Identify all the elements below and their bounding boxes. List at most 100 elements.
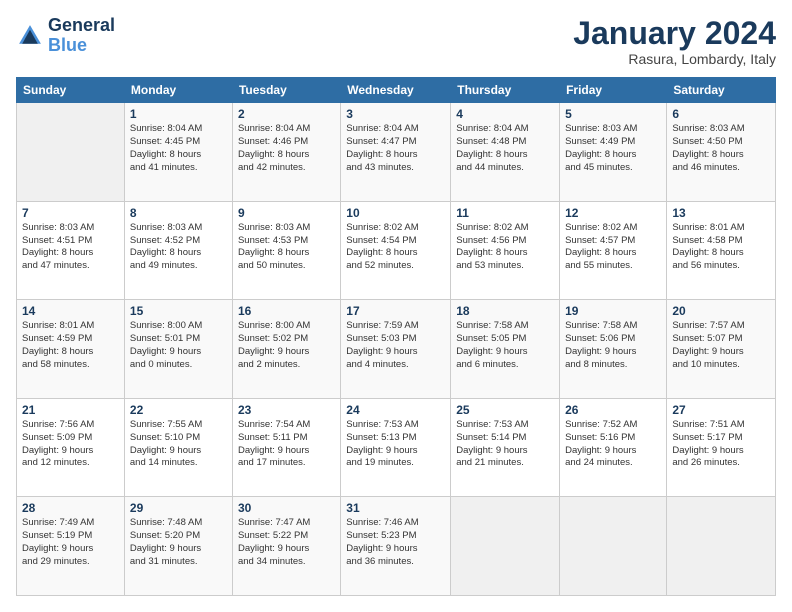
day-info: Sunrise: 7:57 AM Sunset: 5:07 PM Dayligh… [672, 320, 770, 371]
calendar-cell: 9 Sunrise: 8:03 AM Sunset: 4:53 PM Daylig… [232, 201, 340, 300]
calendar-cell: 30 Sunrise: 7:47 AM Sunset: 5:22 PM Dayli… [232, 497, 340, 596]
day-info: Sunrise: 8:02 AM Sunset: 4:54 PM Dayligh… [346, 222, 445, 273]
calendar-cell: 3 Sunrise: 8:04 AM Sunset: 4:47 PM Daylig… [341, 103, 451, 202]
calendar-cell [667, 497, 776, 596]
day-number: 31 [346, 501, 445, 515]
calendar-cell [451, 497, 560, 596]
day-number: 9 [238, 206, 335, 220]
calendar-cell: 7 Sunrise: 8:03 AM Sunset: 4:51 PM Daylig… [17, 201, 125, 300]
day-number: 3 [346, 107, 445, 121]
day-info: Sunrise: 8:01 AM Sunset: 4:58 PM Dayligh… [672, 222, 770, 273]
title-block: January 2024 Rasura, Lombardy, Italy [573, 16, 776, 67]
weekday-header: Sunday [17, 78, 125, 103]
day-info: Sunrise: 8:03 AM Sunset: 4:50 PM Dayligh… [672, 123, 770, 174]
calendar-cell: 10 Sunrise: 8:02 AM Sunset: 4:54 PM Dayli… [341, 201, 451, 300]
day-number: 23 [238, 403, 335, 417]
day-number: 20 [672, 304, 770, 318]
page: General Blue January 2024 Rasura, Lombar… [0, 0, 792, 612]
day-number: 17 [346, 304, 445, 318]
day-info: Sunrise: 8:01 AM Sunset: 4:59 PM Dayligh… [22, 320, 119, 371]
day-info: Sunrise: 8:03 AM Sunset: 4:49 PM Dayligh… [565, 123, 661, 174]
day-number: 19 [565, 304, 661, 318]
logo: General Blue [16, 16, 115, 56]
day-number: 26 [565, 403, 661, 417]
weekday-header: Tuesday [232, 78, 340, 103]
calendar-cell: 14Sunrise: 8:01 AM Sunset: 4:59 PM Dayli… [17, 300, 125, 399]
calendar-week-row: 28Sunrise: 7:49 AM Sunset: 5:19 PM Dayli… [17, 497, 776, 596]
day-info: Sunrise: 8:04 AM Sunset: 4:45 PM Dayligh… [130, 123, 227, 174]
day-info: Sunrise: 7:53 AM Sunset: 5:13 PM Dayligh… [346, 419, 445, 470]
day-number: 22 [130, 403, 227, 417]
day-info: Sunrise: 8:03 AM Sunset: 4:53 PM Dayligh… [238, 222, 335, 273]
calendar-cell: 4Sunrise: 8:04 AM Sunset: 4:48 PM Daylig… [451, 103, 560, 202]
calendar-cell [560, 497, 667, 596]
day-number: 8 [130, 206, 227, 220]
header: General Blue January 2024 Rasura, Lombar… [16, 16, 776, 67]
weekday-header: Wednesday [341, 78, 451, 103]
calendar-week-row: 21 Sunrise: 7:56 AM Sunset: 5:09 PM Dayli… [17, 398, 776, 497]
day-number: 15 [130, 304, 227, 318]
day-number: 7 [22, 206, 119, 220]
day-info: Sunrise: 8:04 AM Sunset: 4:47 PM Dayligh… [346, 123, 445, 174]
calendar-cell: 23 Sunrise: 7:54 AM Sunset: 5:11 PM Dayli… [232, 398, 340, 497]
day-info: Sunrise: 7:59 AM Sunset: 5:03 PM Dayligh… [346, 320, 445, 371]
calendar-cell: 12 Sunrise: 8:02 AM Sunset: 4:57 PM Dayli… [560, 201, 667, 300]
day-number: 1 [130, 107, 227, 121]
weekday-header: Friday [560, 78, 667, 103]
calendar-header: SundayMondayTuesdayWednesdayThursdayFrid… [17, 78, 776, 103]
day-info: Sunrise: 8:03 AM Sunset: 4:52 PM Dayligh… [130, 222, 227, 273]
calendar-cell: 1 Sunrise: 8:04 AM Sunset: 4:45 PM Daylig… [124, 103, 232, 202]
calendar-cell: 16 Sunrise: 8:00 AM Sunset: 5:02 PM Dayli… [232, 300, 340, 399]
calendar-cell: 15 Sunrise: 8:00 AM Sunset: 5:01 PM Dayli… [124, 300, 232, 399]
day-number: 16 [238, 304, 335, 318]
day-number: 30 [238, 501, 335, 515]
day-number: 18 [456, 304, 554, 318]
weekday-header: Saturday [667, 78, 776, 103]
day-info: Sunrise: 7:48 AM Sunset: 5:20 PM Dayligh… [130, 517, 227, 568]
calendar-cell: 6 Sunrise: 8:03 AM Sunset: 4:50 PM Daylig… [667, 103, 776, 202]
calendar-cell: 21 Sunrise: 7:56 AM Sunset: 5:09 PM Dayli… [17, 398, 125, 497]
day-number: 12 [565, 206, 661, 220]
calendar: SundayMondayTuesdayWednesdayThursdayFrid… [16, 77, 776, 596]
day-info: Sunrise: 7:52 AM Sunset: 5:16 PM Dayligh… [565, 419, 661, 470]
logo-text: General Blue [48, 16, 115, 56]
calendar-cell: 24 Sunrise: 7:53 AM Sunset: 5:13 PM Dayli… [341, 398, 451, 497]
calendar-cell [17, 103, 125, 202]
day-info: Sunrise: 7:55 AM Sunset: 5:10 PM Dayligh… [130, 419, 227, 470]
calendar-cell: 28Sunrise: 7:49 AM Sunset: 5:19 PM Dayli… [17, 497, 125, 596]
day-info: Sunrise: 8:03 AM Sunset: 4:51 PM Dayligh… [22, 222, 119, 273]
calendar-cell: 20 Sunrise: 7:57 AM Sunset: 5:07 PM Dayli… [667, 300, 776, 399]
day-number: 6 [672, 107, 770, 121]
calendar-cell: 19Sunrise: 7:58 AM Sunset: 5:06 PM Dayli… [560, 300, 667, 399]
day-info: Sunrise: 7:56 AM Sunset: 5:09 PM Dayligh… [22, 419, 119, 470]
day-info: Sunrise: 7:54 AM Sunset: 5:11 PM Dayligh… [238, 419, 335, 470]
location: Rasura, Lombardy, Italy [573, 51, 776, 67]
calendar-cell: 29 Sunrise: 7:48 AM Sunset: 5:20 PM Dayli… [124, 497, 232, 596]
day-info: Sunrise: 8:04 AM Sunset: 4:48 PM Dayligh… [456, 123, 554, 174]
day-number: 5 [565, 107, 661, 121]
day-info: Sunrise: 8:02 AM Sunset: 4:57 PM Dayligh… [565, 222, 661, 273]
day-info: Sunrise: 7:47 AM Sunset: 5:22 PM Dayligh… [238, 517, 335, 568]
day-info: Sunrise: 7:49 AM Sunset: 5:19 PM Dayligh… [22, 517, 119, 568]
calendar-cell: 13Sunrise: 8:01 AM Sunset: 4:58 PM Dayli… [667, 201, 776, 300]
logo-icon [16, 22, 44, 50]
day-info: Sunrise: 8:00 AM Sunset: 5:02 PM Dayligh… [238, 320, 335, 371]
day-info: Sunrise: 8:02 AM Sunset: 4:56 PM Dayligh… [456, 222, 554, 273]
calendar-week-row: 1 Sunrise: 8:04 AM Sunset: 4:45 PM Daylig… [17, 103, 776, 202]
day-number: 27 [672, 403, 770, 417]
calendar-cell: 2Sunrise: 8:04 AM Sunset: 4:46 PM Daylig… [232, 103, 340, 202]
day-number: 2 [238, 107, 335, 121]
calendar-cell: 5 Sunrise: 8:03 AM Sunset: 4:49 PM Daylig… [560, 103, 667, 202]
day-number: 21 [22, 403, 119, 417]
calendar-cell: 8 Sunrise: 8:03 AM Sunset: 4:52 PM Daylig… [124, 201, 232, 300]
weekday-header: Thursday [451, 78, 560, 103]
day-number: 11 [456, 206, 554, 220]
day-number: 29 [130, 501, 227, 515]
day-number: 10 [346, 206, 445, 220]
calendar-cell: 22 Sunrise: 7:55 AM Sunset: 5:10 PM Dayli… [124, 398, 232, 497]
day-info: Sunrise: 8:00 AM Sunset: 5:01 PM Dayligh… [130, 320, 227, 371]
day-number: 24 [346, 403, 445, 417]
day-number: 25 [456, 403, 554, 417]
calendar-cell: 25Sunrise: 7:53 AM Sunset: 5:14 PM Dayli… [451, 398, 560, 497]
month-title: January 2024 [573, 16, 776, 51]
